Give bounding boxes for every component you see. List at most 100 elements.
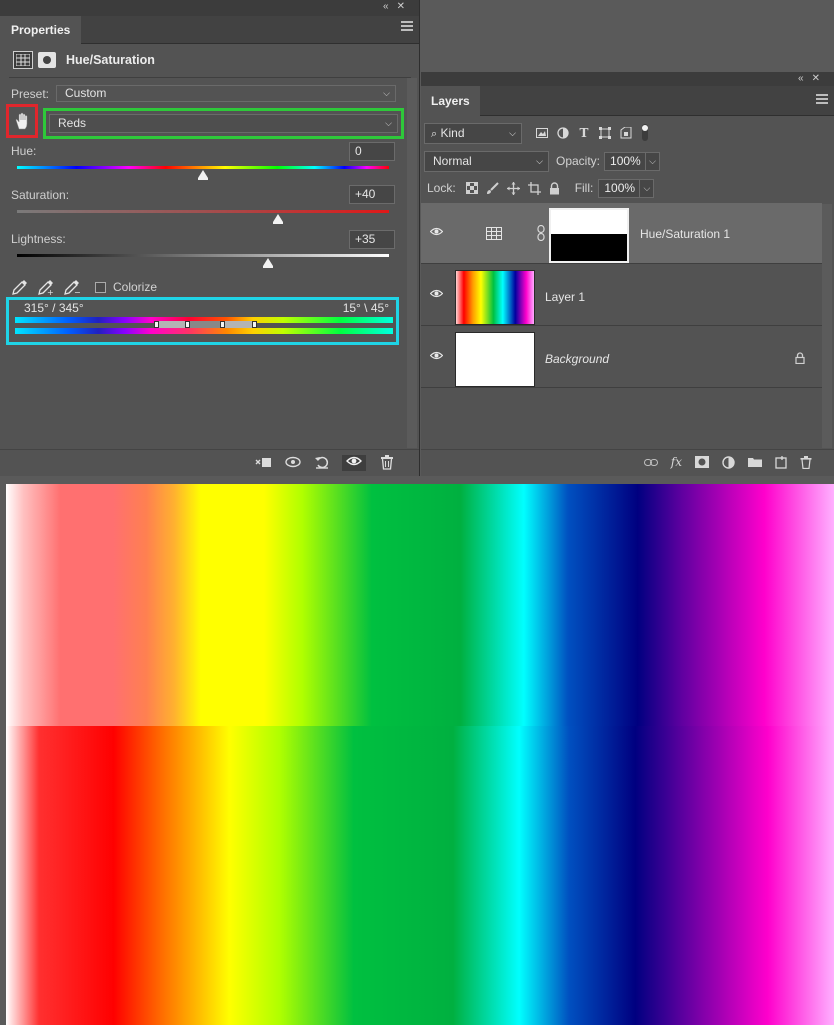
chevron-down-icon: ⌵ bbox=[383, 88, 390, 98]
lightness-field[interactable]: +35 bbox=[349, 230, 395, 249]
layers-footer: fx bbox=[421, 449, 834, 476]
lightness-slider-thumb[interactable] bbox=[263, 258, 273, 268]
layers-scrollbar[interactable] bbox=[822, 204, 832, 448]
panel-menu-icon[interactable] bbox=[816, 94, 828, 106]
tab-layers[interactable]: Layers bbox=[421, 86, 480, 116]
lock-icon bbox=[795, 352, 805, 364]
hue-slider-thumb[interactable] bbox=[198, 170, 208, 180]
colorize-checkbox[interactable] bbox=[95, 281, 106, 293]
panel-menu-icon[interactable] bbox=[401, 21, 413, 33]
hue-field[interactable]: 0 bbox=[349, 142, 395, 161]
range-marker-right-outer[interactable] bbox=[252, 321, 257, 328]
new-adjustment-icon[interactable] bbox=[722, 455, 735, 469]
properties-collapse-strip: «✕ bbox=[0, 0, 419, 16]
layer-row-background[interactable]: Background bbox=[421, 327, 822, 388]
pixel-filter-icon[interactable] bbox=[536, 127, 548, 139]
rainbow-gradient-image[interactable] bbox=[6, 484, 834, 1025]
lock-transparent-icon[interactable] bbox=[465, 182, 478, 194]
blend-mode-dropdown[interactable]: Normal ⌵ bbox=[424, 150, 549, 172]
tab-properties[interactable]: Properties bbox=[0, 16, 82, 44]
view-previous-icon[interactable] bbox=[284, 455, 301, 471]
eyedropper-icon[interactable] bbox=[11, 278, 29, 296]
layer-row-hue-saturation[interactable]: Hue/Saturation 1 bbox=[421, 203, 822, 264]
channel-value: Reds bbox=[58, 116, 87, 130]
layer-row-layer-1[interactable]: Layer 1 bbox=[421, 265, 822, 326]
blend-mode-value: Normal bbox=[433, 153, 472, 168]
lightness-slider-track[interactable] bbox=[17, 254, 389, 257]
collapse-close-icons[interactable]: «✕ bbox=[383, 1, 413, 12]
layer-mask-thumbnail[interactable] bbox=[549, 208, 629, 263]
layer-thumbnail[interactable] bbox=[455, 270, 535, 325]
saturation-label: Saturation: bbox=[11, 188, 70, 202]
lock-move-icon[interactable] bbox=[506, 181, 520, 195]
new-layer-icon[interactable] bbox=[775, 455, 787, 469]
fill-field[interactable]: 100% bbox=[598, 178, 641, 198]
clip-to-layer-icon[interactable] bbox=[255, 455, 272, 471]
layer-thumbnail[interactable] bbox=[455, 332, 535, 387]
smart-object-filter-icon[interactable] bbox=[620, 127, 632, 139]
properties-tabbar: Properties bbox=[0, 16, 419, 44]
hue-label: Hue: bbox=[11, 144, 37, 158]
blend-row: Normal ⌵ Opacity: 100% ⌵ bbox=[424, 150, 661, 172]
filter-kind-dropdown[interactable]: ⌕ Kind ⌵ bbox=[424, 122, 522, 144]
document-canvas[interactable] bbox=[0, 476, 834, 1025]
adjustment-layer-icon[interactable] bbox=[13, 51, 33, 69]
filter-kind-value: Kind bbox=[440, 125, 465, 140]
saturation-field[interactable]: +40 bbox=[349, 185, 395, 204]
range-marker-left-inner[interactable] bbox=[185, 321, 190, 328]
type-filter-icon[interactable]: T bbox=[578, 127, 590, 139]
layer-name[interactable]: Hue/Saturation 1 bbox=[640, 227, 730, 241]
channel-dropdown[interactable]: Reds ⌵ bbox=[49, 114, 398, 133]
targeted-adjustment-tool[interactable] bbox=[6, 104, 38, 138]
eye-icon[interactable] bbox=[430, 227, 443, 236]
layer-name[interactable]: Layer 1 bbox=[545, 290, 585, 304]
lock-all-icon[interactable] bbox=[549, 181, 560, 195]
eye-icon[interactable] bbox=[430, 351, 443, 360]
opacity-arrow[interactable]: ⌵ bbox=[646, 151, 661, 171]
collapse-close-icons[interactable]: «✕ bbox=[798, 73, 828, 84]
lock-artboard-icon[interactable] bbox=[527, 181, 541, 195]
fx-icon[interactable]: fx bbox=[671, 455, 682, 469]
reset-icon[interactable] bbox=[313, 455, 330, 471]
fill-arrow[interactable]: ⌵ bbox=[640, 178, 655, 198]
layer-name[interactable]: Background bbox=[545, 352, 609, 366]
link-chain-icon[interactable] bbox=[537, 225, 546, 241]
svg-text:+: + bbox=[47, 288, 54, 296]
hue-slider-track[interactable] bbox=[17, 166, 389, 169]
svg-text:−: − bbox=[74, 288, 81, 296]
chevron-down-icon: ⌵ bbox=[536, 155, 543, 166]
adjusted-other-region bbox=[201, 484, 834, 726]
properties-footer bbox=[0, 449, 419, 476]
toggle-visibility-icon[interactable] bbox=[342, 455, 366, 471]
eye-icon[interactable] bbox=[430, 289, 443, 298]
range-core[interactable] bbox=[188, 321, 223, 328]
preset-label: Preset: bbox=[11, 87, 50, 101]
lock-row: Lock: Fill: 100% ⌵ bbox=[424, 177, 655, 199]
add-mask-icon[interactable] bbox=[695, 456, 709, 468]
folder-icon[interactable] bbox=[748, 456, 762, 468]
range-marker-left-outer[interactable] bbox=[154, 321, 159, 328]
shape-filter-icon[interactable] bbox=[599, 127, 611, 139]
eyedropper-add-icon[interactable]: + bbox=[37, 278, 55, 296]
opacity-field[interactable]: 100% bbox=[604, 151, 647, 171]
adjusted-reds-region bbox=[6, 484, 201, 726]
fill-label: Fill: bbox=[574, 181, 594, 195]
properties-scrollbar[interactable] bbox=[407, 78, 417, 448]
layer-mask-icon[interactable] bbox=[38, 52, 56, 68]
range-marker-right-inner[interactable] bbox=[220, 321, 225, 328]
trash-icon[interactable] bbox=[378, 455, 395, 471]
adjustment-layer-icon bbox=[486, 227, 502, 240]
adjustment-filter-icon[interactable] bbox=[557, 127, 569, 139]
preset-value: Custom bbox=[65, 86, 107, 100]
preset-dropdown[interactable]: Custom ⌵ bbox=[56, 85, 396, 102]
eyedropper-tools: + − Colorize bbox=[11, 278, 157, 296]
properties-panel: «✕ Properties Hue/Saturation Preset: Cus… bbox=[0, 0, 420, 476]
chevron-down-icon: ⌵ bbox=[385, 118, 392, 128]
link-layers-icon[interactable] bbox=[643, 458, 658, 467]
saturation-slider-thumb[interactable] bbox=[273, 214, 283, 224]
lock-brush-icon[interactable] bbox=[486, 181, 499, 195]
eyedropper-subtract-icon[interactable]: − bbox=[63, 278, 81, 296]
saturation-slider-track[interactable] bbox=[17, 210, 389, 213]
trash-icon[interactable] bbox=[800, 455, 812, 469]
filter-toggle-icon[interactable] bbox=[641, 124, 649, 142]
